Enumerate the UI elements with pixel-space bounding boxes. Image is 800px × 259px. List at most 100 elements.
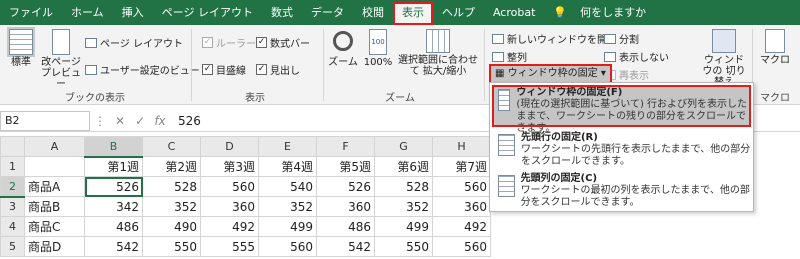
tab-file[interactable]: ファイル xyxy=(0,0,62,25)
column-header-h[interactable]: H xyxy=(432,136,491,157)
cell[interactable]: 528 xyxy=(374,176,433,197)
ruler-checkbox[interactable]: ✓ ルーラー xyxy=(202,35,256,50)
zoom-to-selection-button[interactable]: 選択範囲に合わせて 拡大/縮小 xyxy=(396,29,480,77)
chevron-down-icon: ▾ xyxy=(600,68,606,79)
name-box[interactable]: B2 xyxy=(0,110,90,131)
cell[interactable]: 360 xyxy=(316,196,375,217)
cell[interactable]: 490 xyxy=(142,216,201,237)
unhide-window-button[interactable]: 再表示 xyxy=(604,67,649,82)
cell[interactable]: 342 xyxy=(84,196,143,217)
cell[interactable]: 商品B xyxy=(24,196,85,217)
cell[interactable]: 第1週 xyxy=(84,156,143,177)
cell[interactable]: 526 xyxy=(316,176,375,197)
cell[interactable]: 第7週 xyxy=(432,156,491,177)
arrange-all-button[interactable]: 整列 xyxy=(492,49,527,64)
headings-checkbox[interactable]: ✓ 見出し xyxy=(256,62,300,77)
cancel-icon[interactable]: ✕ xyxy=(110,114,130,128)
formula-bar-check-icon: ✓ xyxy=(256,37,267,48)
enter-icon[interactable]: ✓ xyxy=(130,114,150,128)
tab-insert[interactable]: 挿入 xyxy=(113,0,153,25)
menu-item-freeze-top-row[interactable]: 先頭行の固定(R) ワークシートの先頭行を表示したままで、他の部分をスクロールで… xyxy=(492,130,751,170)
cell[interactable]: 360 xyxy=(200,196,259,217)
cell[interactable]: 352 xyxy=(258,196,317,217)
cell[interactable]: 486 xyxy=(84,216,143,237)
zoom-button[interactable]: ズーム xyxy=(327,29,359,68)
row-header[interactable]: 4 xyxy=(0,216,25,237)
cell[interactable]: 540 xyxy=(258,176,317,197)
cell[interactable]: 492 xyxy=(200,216,259,237)
tab-data[interactable]: データ xyxy=(302,0,353,25)
gridlines-checkbox[interactable]: ✓ 目盛線 xyxy=(202,62,246,77)
cell[interactable]: 560 xyxy=(200,176,259,197)
tell-me-box[interactable]: 何をしますか xyxy=(571,0,655,25)
cell[interactable]: 550 xyxy=(142,236,201,257)
split-button[interactable]: 分割 xyxy=(604,31,639,46)
freeze-top-row-icon xyxy=(498,134,515,156)
column-header-a[interactable]: A xyxy=(24,136,85,157)
magnifier-icon xyxy=(333,31,353,51)
menu-item-freeze-first-column[interactable]: 先頭列の固定(C) ワークシートの最初の列を表示したままで、他の部分をスクロール… xyxy=(492,171,751,211)
tab-page-layout[interactable]: ページ レイアウト xyxy=(153,0,262,25)
cell[interactable]: 560 xyxy=(432,176,491,197)
new-window-icon xyxy=(492,33,504,44)
cell[interactable]: 560 xyxy=(258,236,317,257)
cell[interactable]: 492 xyxy=(432,216,491,237)
new-window-button[interactable]: 新しいウィンドウを開く xyxy=(492,31,617,46)
tab-review[interactable]: 校閲 xyxy=(353,0,393,25)
cell[interactable]: 560 xyxy=(432,236,491,257)
cell[interactable]: 商品A xyxy=(24,176,85,197)
cell[interactable]: 555 xyxy=(200,236,259,257)
cell[interactable]: 商品D xyxy=(24,236,85,257)
function-icon[interactable]: fx xyxy=(150,114,170,128)
freeze-panes-button[interactable]: ▦ ウィンドウ枠の固定 ▾ xyxy=(489,64,612,84)
active-cell[interactable]: 526 xyxy=(84,176,143,197)
cell[interactable]: 第6週 xyxy=(374,156,433,177)
menu-item-freeze-panes[interactable]: ウィンドウ枠の固定(F) (現在の選択範囲に基づいて) 行および列を表示したまま… xyxy=(492,85,751,134)
select-all-corner[interactable] xyxy=(0,136,25,157)
row-header[interactable]: 3 xyxy=(0,196,25,217)
cell[interactable]: 499 xyxy=(374,216,433,237)
tab-view[interactable]: 表示 xyxy=(392,2,433,25)
lightbulb-icon[interactable]: 💡 xyxy=(544,0,571,25)
page-layout-view-button[interactable]: ページ レイアウト xyxy=(85,35,183,50)
cell[interactable]: 商品C xyxy=(24,216,85,237)
freeze-panes-icon: ▦ xyxy=(495,68,505,79)
macros-button[interactable]: マクロ xyxy=(757,29,793,66)
cell[interactable] xyxy=(24,156,85,177)
column-header-g[interactable]: G xyxy=(374,136,433,157)
column-header-c[interactable]: C xyxy=(142,136,201,157)
column-header-e[interactable]: E xyxy=(258,136,317,157)
column-header-d[interactable]: D xyxy=(200,136,259,157)
tab-help[interactable]: ヘルプ xyxy=(433,0,484,25)
formula-bar-checkbox[interactable]: ✓ 数式バー xyxy=(256,35,310,50)
cell[interactable]: 486 xyxy=(316,216,375,237)
cell[interactable]: 第4週 xyxy=(258,156,317,177)
column-header-b[interactable]: B xyxy=(84,136,143,158)
tab-formulas[interactable]: 数式 xyxy=(262,0,302,25)
custom-views-button[interactable]: ユーザー設定のビュー xyxy=(85,62,200,77)
cell[interactable]: 499 xyxy=(258,216,317,237)
cell[interactable]: 352 xyxy=(142,196,201,217)
cell[interactable]: 542 xyxy=(316,236,375,257)
menu-item-description: ワークシートの先頭行を表示したままで、他の部分をスクロールできます。 xyxy=(520,144,751,167)
cell[interactable]: 360 xyxy=(432,196,491,217)
cell[interactable]: 第2週 xyxy=(142,156,201,177)
normal-view-button[interactable]: 標準 xyxy=(6,29,36,68)
page-break-preview-button[interactable]: 改ページ プレビュー xyxy=(40,29,82,90)
cell[interactable]: 352 xyxy=(374,196,433,217)
hide-window-button[interactable]: 表示しない xyxy=(604,49,669,64)
tab-acrobat[interactable]: Acrobat xyxy=(484,0,544,25)
switch-windows-button[interactable]: ウィンドウの 切り替え xyxy=(700,29,748,88)
row-header[interactable]: 5 xyxy=(0,236,25,257)
zoom-100-button[interactable]: 100 100% xyxy=(362,29,394,68)
tab-home[interactable]: ホーム xyxy=(62,0,113,25)
cell[interactable]: 542 xyxy=(84,236,143,257)
column-header-f[interactable]: F xyxy=(316,136,375,157)
cell[interactable]: 550 xyxy=(374,236,433,257)
row-header[interactable]: 1 xyxy=(0,156,25,177)
cell[interactable]: 第5週 xyxy=(316,156,375,177)
cell[interactable]: 第3週 xyxy=(200,156,259,177)
cell[interactable]: 528 xyxy=(142,176,201,197)
formula-input[interactable]: 526 xyxy=(170,114,201,128)
row-header[interactable]: 2 xyxy=(0,176,25,198)
